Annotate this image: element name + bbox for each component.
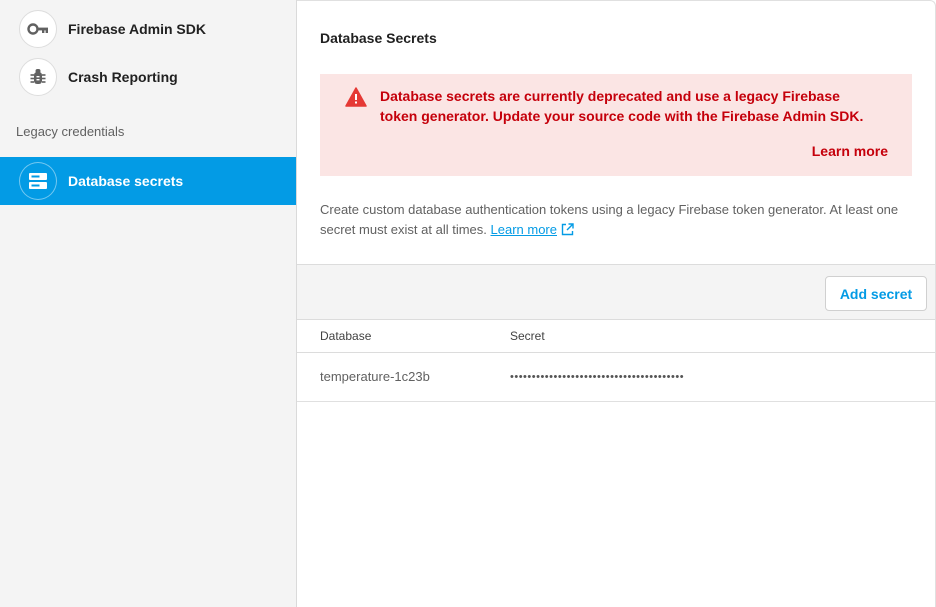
description-text: Create custom database authentication to…	[320, 202, 899, 237]
sidebar-item-label: Crash Reporting	[68, 69, 178, 85]
sidebar-item-firebase-admin-sdk[interactable]: Firebase Admin SDK	[0, 5, 296, 53]
database-icon	[19, 162, 57, 200]
column-header-secret: Secret	[510, 329, 545, 343]
key-icon	[19, 10, 57, 48]
bug-icon	[19, 58, 57, 96]
alert-learn-more-link[interactable]: Learn more	[812, 143, 888, 159]
description: Create custom database authentication to…	[320, 200, 910, 242]
description-learn-more-link[interactable]: Learn more	[491, 222, 557, 237]
database-cell: temperature-1c23b	[320, 369, 430, 384]
section-label-legacy-credentials: Legacy credentials	[16, 124, 125, 139]
sidebar-item-crash-reporting[interactable]: Crash Reporting	[0, 53, 296, 101]
table-row[interactable]: temperature-1c23b ••••••••••••••••••••••…	[297, 353, 935, 402]
column-header-database: Database	[320, 329, 372, 343]
table-header: Database Secret	[297, 320, 935, 353]
sidebar-item-database-secrets[interactable]: Database secrets	[0, 157, 296, 205]
warning-icon	[345, 87, 367, 107]
page-title: Database Secrets	[320, 30, 437, 46]
sidebar-item-label: Database secrets	[68, 173, 184, 189]
alert-message: Database secrets are currently deprecate…	[380, 88, 864, 124]
sidebar-item-label: Firebase Admin SDK	[68, 21, 206, 37]
main-panel: Database Secrets Database secrets are cu…	[297, 0, 936, 607]
deprecation-alert: Database secrets are currently deprecate…	[320, 74, 912, 176]
sidebar: Firebase Admin SDK Crash Reporting Legac…	[0, 0, 297, 607]
add-secret-button[interactable]: Add secret	[825, 276, 927, 311]
external-link-icon[interactable]	[561, 222, 574, 242]
secrets-toolbar: Add secret	[297, 264, 935, 320]
secret-cell: ••••••••••••••••••••••••••••••••••••••••	[510, 371, 685, 383]
